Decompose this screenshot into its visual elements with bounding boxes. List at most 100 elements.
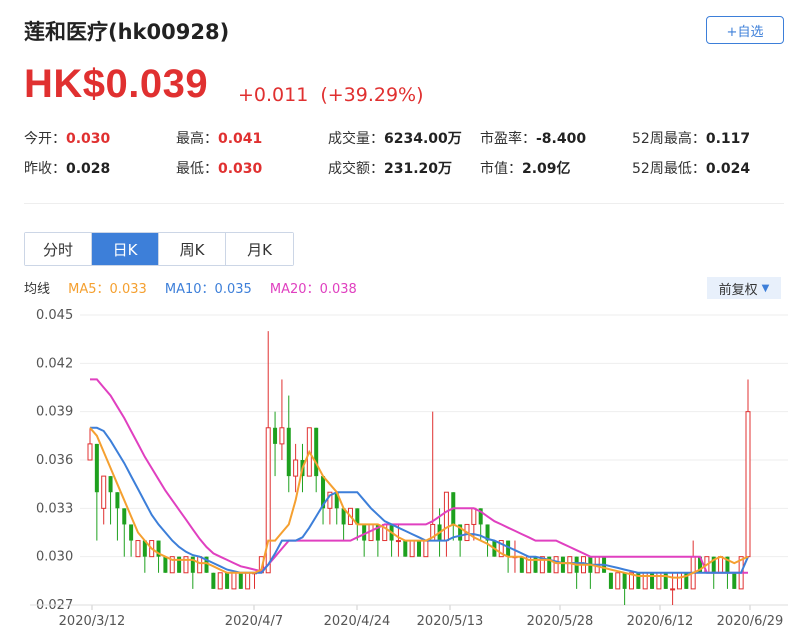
stats-row-2: 昨收：0.028 最低：0.030 成交额：231.20万 市值：2.09亿 52周最低… <box>24 158 784 188</box>
y-tick-label: 0.045 <box>36 308 73 323</box>
candle-body <box>286 427 291 477</box>
candle-body <box>129 524 134 541</box>
stats-row-1: 今开：0.030 最高：0.041 成交量：6234.00万 市盈率：-8.400 52… <box>24 128 784 158</box>
stat-value: 231.20万 <box>384 161 453 177</box>
tab-0[interactable]: 分时 <box>25 233 92 265</box>
stat-row2-2: 成交额：231.20万 <box>328 158 452 178</box>
x-tick-label: 2020/3/12 <box>59 614 126 629</box>
y-tick-label: 0.039 <box>36 405 73 420</box>
stat-row2-3: 市值：2.09亿 <box>480 158 571 178</box>
tab-2[interactable]: 周K <box>159 233 226 265</box>
candle-body <box>314 427 319 477</box>
stat-label: 最高： <box>176 131 218 147</box>
candle-body <box>567 556 573 574</box>
candle-body <box>101 475 107 509</box>
candle-body <box>163 556 168 573</box>
candle-body <box>273 427 278 444</box>
change-amount: +0.011 <box>238 84 309 106</box>
current-price: HK$0.039 <box>24 62 209 106</box>
candle-body <box>622 572 627 589</box>
candle-body <box>108 476 113 493</box>
candle-body <box>94 443 99 493</box>
candle-body <box>718 556 724 574</box>
ma-label: 均线 <box>24 282 51 297</box>
candle-body <box>87 443 93 461</box>
stat-row1-2: 成交量：6234.00万 <box>328 128 462 148</box>
divider <box>24 203 784 204</box>
candle-body <box>608 572 613 589</box>
y-tick-label: 0.033 <box>36 501 73 516</box>
adjust-dropdown[interactable]: 前复权 ▼ <box>707 277 781 299</box>
y-tick-label: 0.036 <box>36 453 73 468</box>
candle-body <box>519 556 524 573</box>
candle-body <box>211 572 216 589</box>
candle-body <box>443 491 449 542</box>
candle-body <box>217 572 223 590</box>
stat-label: 今开： <box>24 131 66 147</box>
candle-body <box>676 572 682 590</box>
candle-body <box>670 588 676 591</box>
x-tick-label: 2020/5/13 <box>417 614 484 629</box>
stat-value: 0.030 <box>66 131 111 147</box>
candle-body <box>115 492 120 509</box>
candle-body <box>231 572 237 590</box>
stat-row2-1: 最低：0.030 <box>176 158 262 178</box>
kline-chart[interactable]: 0.0450.0420.0390.0360.0330.0300.0272020/… <box>0 300 794 637</box>
candle-body <box>135 540 141 558</box>
stat-row2-0: 昨收：0.028 <box>24 158 110 178</box>
candle-body <box>403 540 408 557</box>
stat-value: 0.030 <box>218 161 263 177</box>
candle-body <box>553 556 559 574</box>
x-tick-label: 2020/5/28 <box>527 614 594 629</box>
stat-row2-4: 52周最低：0.024 <box>632 158 750 178</box>
stat-row1-1: 最高：0.041 <box>176 128 262 148</box>
stat-row1-4: 52周最高：0.117 <box>632 128 750 148</box>
candle-body <box>409 540 415 558</box>
x-tick-label: 2020/6/29 <box>717 614 784 629</box>
ma20-legend: MA20：0.038 <box>269 282 357 297</box>
stat-label: 市盈率： <box>480 131 536 147</box>
candle-body <box>745 411 751 558</box>
tab-3[interactable]: 月K <box>226 233 293 265</box>
stat-row1-0: 今开：0.030 <box>24 128 110 148</box>
candle-body <box>245 572 251 590</box>
stats-panel: 今开：0.030 最高：0.041 成交量：6234.00万 市盈率：-8.400 52… <box>24 128 784 188</box>
stat-value: 2.09亿 <box>522 161 571 177</box>
x-tick-label: 2020/4/24 <box>324 614 391 629</box>
y-tick-label: 0.030 <box>36 550 73 565</box>
stat-value: 0.024 <box>705 161 751 177</box>
ma-legend: 均线 MA5：0.033 MA10：0.035 MA20：0.038 <box>24 278 371 297</box>
x-tick-label: 2020/6/12 <box>627 614 694 629</box>
stock-title: 莲和医疗(hk00928) <box>24 20 230 44</box>
ma5-legend: MA5：0.033 <box>68 282 147 297</box>
y-tick-label: 0.042 <box>36 356 73 371</box>
candle-body <box>279 427 285 445</box>
candle-body <box>197 556 203 574</box>
stat-label: 52周最高： <box>632 131 706 147</box>
ma10-legend: MA10：0.035 <box>164 282 252 297</box>
stat-label: 成交额： <box>328 161 384 177</box>
candle-body <box>122 508 127 525</box>
stat-value: 0.028 <box>66 161 111 177</box>
stat-value: -8.400 <box>536 131 587 147</box>
change-percent: (+39.29%) <box>320 84 424 106</box>
stat-row1-3: 市盈率：-8.400 <box>480 128 586 148</box>
chevron-down-icon: ▼ <box>761 282 770 294</box>
candle-body <box>732 572 737 589</box>
stat-label: 成交量： <box>328 131 384 147</box>
candle-body <box>395 540 401 543</box>
stat-value: 0.117 <box>705 131 751 147</box>
stat-label: 昨收： <box>24 161 66 177</box>
stat-value: 6234.00万 <box>384 131 462 147</box>
candle-body <box>265 427 271 574</box>
stat-label: 市值： <box>480 161 522 177</box>
x-tick-label: 2020/4/7 <box>225 614 283 629</box>
tab-1[interactable]: 日K <box>92 233 159 265</box>
stat-label: 52周最低： <box>632 161 706 177</box>
candle-body <box>560 556 565 573</box>
period-tabs: 分时 日K 周K 月K <box>24 232 294 266</box>
price-change: +0.011 (+39.29%) <box>238 84 424 106</box>
candle-body <box>238 572 243 589</box>
candle-body <box>293 459 299 477</box>
add-watchlist-button[interactable]: +自选 <box>706 16 784 44</box>
